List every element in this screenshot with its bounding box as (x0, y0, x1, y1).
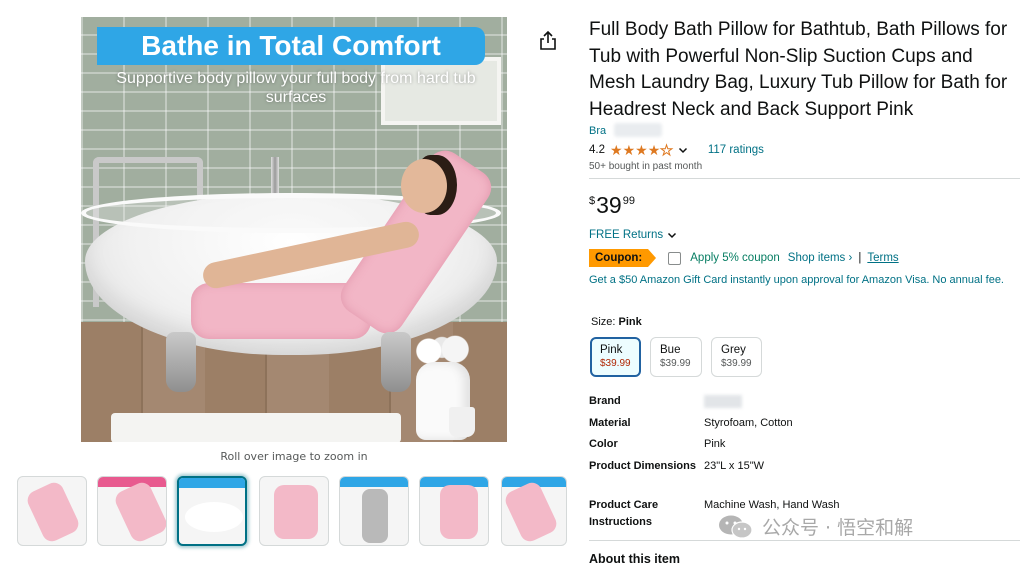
tub-foot-left (166, 332, 196, 392)
size-option-price: $39.99 (660, 358, 691, 369)
spec-key: Color (589, 438, 618, 450)
thumbnail-7[interactable] (501, 476, 567, 546)
free-returns-label: FREE Returns (589, 229, 664, 241)
chevron-down-icon[interactable] (678, 145, 688, 155)
thumb-pillow (502, 479, 560, 545)
spec-value-redacted (704, 395, 742, 408)
thumbnail-3[interactable] (177, 476, 247, 546)
coupon-text[interactable]: Apply 5% coupon (690, 252, 780, 264)
star-icon: ★ (610, 142, 623, 158)
banner-title: Bathe in Total Comfort (141, 30, 441, 61)
watermark-text: 公众号 · 悟空和解 (762, 517, 914, 539)
rating-value: 4.2 (589, 144, 605, 156)
main-product-image[interactable]: Bathe in Total Comfort Supportive body p… (81, 17, 507, 442)
spec-value: Pink (704, 438, 726, 450)
tub-foot-right (381, 332, 411, 392)
price-whole: 39 (596, 192, 622, 218)
spec-key: Material (589, 417, 631, 429)
thumb-pillow (24, 479, 82, 545)
spec-key: Product Care Instructions (589, 499, 659, 528)
star-icon: ★ (622, 142, 636, 158)
coupon-checkbox[interactable] (668, 251, 682, 265)
thumb-suction-mat (362, 489, 388, 543)
divider (589, 540, 1020, 541)
spec-value: 23"L x 15"W (704, 460, 764, 472)
shop-items-link[interactable]: Shop items › (788, 252, 853, 264)
thumbnail-1[interactable] (17, 476, 87, 546)
size-option-bue[interactable]: Bue $39.99 (650, 337, 702, 377)
size-selected-value: Pink (618, 316, 642, 328)
bath-rug (111, 413, 401, 442)
thumb-pillow (440, 485, 478, 539)
size-option-price: $39.99 (600, 358, 631, 369)
thumb-pillow (112, 479, 166, 545)
free-returns-link[interactable]: FREE Returns (589, 229, 677, 241)
price: $ 39 99 (589, 191, 635, 219)
coupon-row: Coupon: Apply 5% coupon Shop items › | T… (589, 248, 899, 268)
size-label: Size: Pink (591, 316, 642, 328)
size-option-name: Pink (600, 344, 623, 356)
spec-key: Brand (589, 395, 621, 407)
thumbnail-2[interactable] (97, 476, 167, 546)
thumb-tub (185, 502, 243, 532)
thumb-banner (179, 478, 245, 488)
star-icon: ★ (647, 142, 661, 158)
size-option-name: Grey (721, 344, 746, 356)
spec-key: Product Dimensions (589, 460, 696, 472)
bought-in-past-month: 50+ bought in past month (589, 161, 703, 172)
banner-subtitle: Supportive body pillow your full body fr… (116, 70, 476, 106)
thumb-banner (340, 477, 408, 487)
star-icon: ★ (635, 142, 648, 158)
star-empty-icon: ★ (660, 142, 674, 158)
thumbnail-6[interactable] (419, 476, 489, 546)
spec-value: Styrofoam, Cotton (704, 417, 793, 429)
size-option-price: $39.99 (721, 358, 752, 369)
price-fraction: 99 (622, 195, 635, 207)
brand-store-link[interactable]: Bra (589, 125, 606, 137)
brand-name-redacted (614, 123, 662, 137)
thumb-pillow (274, 485, 318, 539)
size-option-name: Bue (660, 344, 681, 356)
size-option-grey[interactable]: Grey $39.99 (711, 337, 762, 377)
terms-link[interactable]: Terms (867, 252, 898, 264)
about-this-item-heading: About this item (589, 552, 680, 566)
price-currency: $ (589, 195, 596, 207)
divider (589, 178, 1020, 179)
person-head (401, 159, 447, 213)
watermark: 公众号 · 悟空和解 (718, 513, 913, 540)
ratings-count-link[interactable]: 117 ratings (708, 144, 764, 156)
wechat-icon (719, 515, 753, 539)
gift-card-offer-link[interactable]: Get a $50 Amazon Gift Card instantly upo… (589, 272, 1021, 289)
product-title: Full Body Bath Pillow for Bathtub, Bath … (589, 19, 1008, 120)
cup (449, 407, 475, 437)
separator: | (858, 252, 862, 264)
thumbnail-5[interactable] (339, 476, 409, 546)
zoom-hint: Roll over image to zoom in (220, 450, 368, 463)
thumbnail-4[interactable] (259, 476, 329, 546)
share-icon[interactable] (539, 30, 557, 50)
spec-value: Machine Wash, Hand Wash (704, 499, 840, 511)
rating-row: 4.2 ★ ★ ★ ★ ★ 117 ratings (589, 142, 764, 158)
star-rating[interactable]: ★ ★ ★ ★ ★ (610, 142, 674, 158)
size-label-prefix: Size: (591, 316, 616, 328)
coupon-badge: Coupon: (589, 249, 657, 267)
size-option-pink[interactable]: Pink $39.99 (590, 337, 641, 377)
chevron-down-icon (668, 232, 677, 239)
